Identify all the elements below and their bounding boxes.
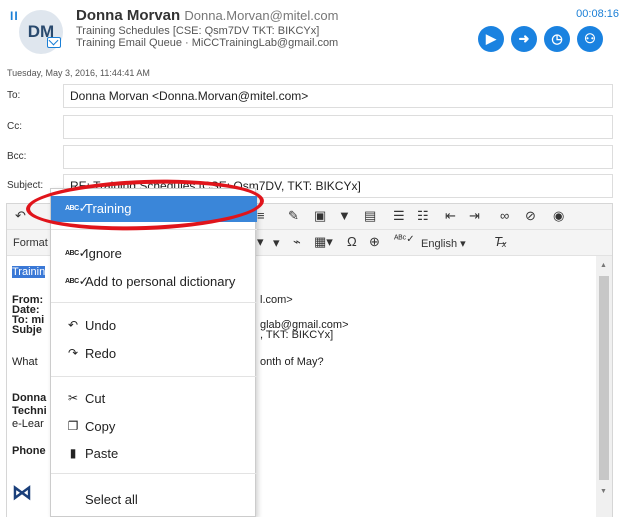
unlink-icon[interactable]: ⊘: [525, 208, 536, 224]
menu-divider: [51, 302, 257, 303]
image-icon[interactable]: ▣: [314, 208, 326, 224]
language-label: English: [421, 238, 458, 250]
body-text-tail: onth of May?: [260, 356, 324, 368]
users-icon[interactable]: ⚇: [577, 26, 603, 52]
outdent-icon[interactable]: ⇤: [445, 208, 456, 224]
menu-item-suggestion-training[interactable]: ABC✓ Training: [51, 196, 257, 222]
font-size-dropdown-icon[interactable]: ▾: [257, 234, 264, 250]
link-icon[interactable]: ∞: [500, 208, 509, 223]
cc-row: Cc:: [7, 115, 613, 139]
cc-field[interactable]: [63, 115, 613, 139]
menu-item-add-to-dictionary[interactable]: ABC✓ Add to personal dictionary: [51, 269, 257, 295]
menu-item-label: Cut: [85, 391, 106, 406]
menu-item-label: Paste: [85, 446, 119, 461]
menu-item-redo[interactable]: ↷ Redo: [51, 341, 257, 367]
pause-icon[interactable]: II: [10, 9, 19, 23]
undo-tool-icon[interactable]: ↶: [15, 208, 26, 224]
spellcheck-icon[interactable]: ᴬᴮᶜ✓: [394, 234, 415, 245]
signature-dept: e-Lear: [12, 418, 44, 430]
language-dropdown[interactable]: English ▾: [421, 237, 466, 250]
menu-divider: [51, 376, 257, 377]
logo-icon: ⋈: [12, 482, 32, 504]
menu-item-select-all[interactable]: Select all: [51, 487, 257, 513]
call-timer: 00:08:16: [576, 8, 619, 20]
queue-info: Training Email Queue · MiCCTrainingLab@g…: [76, 37, 339, 49]
menu-item-label: Undo: [85, 318, 117, 333]
play-icon[interactable]: ▶: [478, 26, 504, 52]
scrollbar-thumb[interactable]: [599, 276, 609, 480]
omega-icon[interactable]: Ω: [347, 234, 357, 249]
spellcheck-icon: ABC✓: [65, 201, 89, 215]
undo-icon: ↶: [67, 318, 79, 332]
menu-item-undo[interactable]: ↶ Undo: [51, 313, 257, 339]
scrollbar[interactable]: ▲ ▼: [596, 256, 612, 517]
menu-divider: [51, 473, 257, 474]
menu-divider: [51, 229, 257, 230]
menu-item-cut[interactable]: ✂ Cut: [51, 386, 257, 412]
to-label: To:: [7, 90, 21, 101]
scroll-up-icon[interactable]: ▲: [600, 262, 607, 269]
numbered-list-icon[interactable]: ☷: [417, 208, 429, 224]
scroll-down-icon[interactable]: ▼: [600, 488, 607, 495]
menu-item-label: Ignore: [85, 246, 122, 261]
menu-item-label: Redo: [85, 346, 117, 361]
selected-word: Trainin: [12, 266, 46, 278]
menu-item-label: Copy: [85, 419, 116, 434]
quoted-subject-label: Subje: [12, 324, 42, 336]
cc-label: Cc:: [7, 121, 22, 132]
contact-name: Donna Morvan: [76, 7, 181, 24]
case-subject: Training Schedules [CSE: Qsm7DV TKT: BIK…: [76, 25, 320, 37]
signature-title: Techni: [12, 405, 47, 417]
binoculars-icon[interactable]: ⊕: [369, 234, 380, 250]
preview-icon[interactable]: ◉: [553, 208, 564, 224]
forward-icon[interactable]: ➜: [511, 26, 537, 52]
menu-item-label: Add to personal dictionary: [85, 274, 236, 289]
table-icon[interactable]: ▦▾: [314, 234, 333, 250]
flash-icon[interactable]: ▼: [338, 208, 351, 223]
spellcheck-icon: ABC✓: [65, 246, 89, 260]
bcc-field[interactable]: [63, 145, 613, 169]
quoted-from-tail: l.com>: [260, 294, 293, 306]
bulleted-list-icon[interactable]: ☰: [393, 208, 405, 224]
menu-item-copy[interactable]: ❐ Copy: [51, 414, 257, 440]
subject-label: Subject:: [7, 180, 44, 191]
link-tool-icon[interactable]: ✎: [288, 208, 299, 224]
format-dropdown[interactable]: Format: [13, 237, 48, 249]
indent-icon[interactable]: ⇥: [469, 208, 480, 224]
menu-item-label: Training: [85, 201, 132, 216]
spellcheck-icon: ABC✓: [65, 274, 89, 288]
to-row: To: Donna Morvan <Donna.Morvan@mitel.com…: [7, 84, 613, 108]
message-date: Tuesday, May 3, 2016, 11:44:41 AM: [7, 68, 150, 78]
signature-name: Donna: [12, 392, 47, 404]
signature-phone-label: Phone: [12, 445, 46, 457]
bcc-row: Bcc:: [7, 145, 613, 169]
envelope-icon: [47, 37, 61, 48]
chevron-down-icon[interactable]: ▾: [273, 235, 280, 251]
redo-icon: ↷: [67, 346, 79, 360]
spellcheck-context-menu: ABC✓ Training ABC✓ Ignore ABC✓ Add to pe…: [50, 188, 257, 517]
clock-icon[interactable]: ◷: [544, 26, 570, 52]
body-text-start: What: [12, 356, 38, 368]
conversation-header: II DM Donna Morvan Donna.Morvan@mitel.co…: [0, 0, 621, 62]
menu-item-paste[interactable]: ▮ Paste: [51, 441, 257, 467]
align-justify-icon[interactable]: ≡: [257, 208, 265, 223]
paste-icon: ▮: [69, 446, 77, 460]
quoted-subject-tail: , TKT: BIKCYx]: [260, 329, 334, 341]
iframe-icon[interactable]: ▤: [364, 208, 376, 224]
contact-name-line: Donna Morvan Donna.Morvan@mitel.com: [76, 7, 338, 24]
menu-item-ignore[interactable]: ABC✓ Ignore: [51, 241, 257, 267]
scissors-icon: ✂: [67, 391, 79, 405]
brush-icon[interactable]: ⌁: [293, 234, 301, 250]
contact-email: Donna.Morvan@mitel.com: [184, 8, 339, 23]
clear-format-icon[interactable]: T̶ₓ: [494, 234, 507, 249]
action-buttons: ▶ ➜ ◷ ⚇: [478, 26, 603, 52]
to-field[interactable]: Donna Morvan <Donna.Morvan@mitel.com>: [63, 84, 613, 108]
copy-icon: ❐: [67, 419, 79, 433]
menu-item-label: Select all: [85, 492, 138, 507]
bcc-label: Bcc:: [7, 151, 27, 162]
